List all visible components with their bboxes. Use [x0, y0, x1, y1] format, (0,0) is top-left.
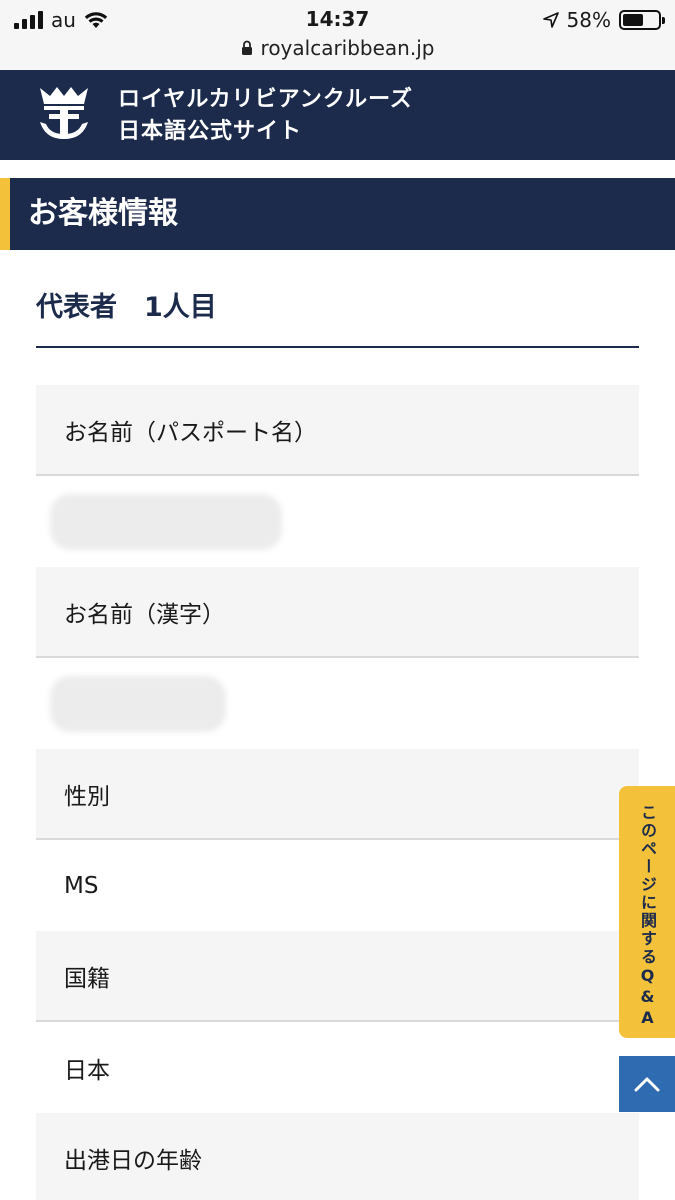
representative-header: 代表者 1人目	[36, 286, 639, 348]
field-value-gender: MS	[36, 840, 639, 931]
battery-level	[623, 14, 643, 26]
site-title-line1: ロイヤルカリビアンクルーズ	[118, 87, 414, 112]
field-value-kanji-name	[36, 658, 639, 749]
field-label-kanji-name: お名前（漢字）	[36, 567, 639, 658]
site-title-line2: 日本語公式サイト	[118, 119, 303, 144]
url-text: royalcaribbean.jp	[260, 36, 435, 60]
qa-side-tab[interactable]: このページに関するQ&A	[619, 786, 675, 1038]
url-bar[interactable]: royalcaribbean.jp	[0, 36, 675, 60]
field-label-text: お名前（パスポート名）	[64, 419, 317, 446]
section-title: お客様情報	[28, 196, 178, 231]
representative-title: 代表者 1人目	[36, 292, 217, 323]
redacted-value	[50, 493, 282, 550]
field-label-text: 国籍	[64, 965, 110, 992]
field-value-text: 日本	[64, 1057, 110, 1084]
status-right: 58%	[542, 8, 665, 32]
section-banner: お客様情報	[0, 178, 675, 250]
lock-icon	[241, 40, 252, 55]
chevron-up-icon	[634, 1077, 660, 1092]
status-bar: au 14:37 58% royalcaribbean.jp	[0, 0, 675, 70]
location-arrow-icon	[542, 12, 559, 28]
qa-tab-label: このページに関するQ&A	[638, 804, 657, 1029]
field-label-text: 性別	[64, 783, 110, 810]
customer-info-list: お名前（パスポート名） お名前（漢字） 性別 MS 国籍 日本 出港日の年齢	[36, 385, 639, 1200]
field-value-text: MS	[64, 872, 99, 899]
field-label-gender: 性別	[36, 749, 639, 840]
crown-anchor-logo-icon[interactable]	[34, 84, 94, 144]
site-header: ロイヤルカリビアンクルーズ 日本語公式サイト	[0, 70, 675, 160]
field-value-passport-name	[36, 476, 639, 567]
site-title[interactable]: ロイヤルカリビアンクルーズ 日本語公式サイト	[118, 84, 413, 148]
redacted-value	[50, 675, 226, 732]
field-value-nationality: 日本	[36, 1022, 639, 1113]
battery-percent: 58%	[566, 8, 611, 32]
field-label-age-at-departure: 出港日の年齢	[36, 1113, 639, 1200]
field-label-text: お名前（漢字）	[64, 601, 225, 628]
field-label-text: 出港日の年齢	[64, 1147, 202, 1174]
scroll-top-button[interactable]	[619, 1056, 675, 1112]
field-label-nationality: 国籍	[36, 931, 639, 1022]
battery-icon	[619, 10, 665, 30]
field-label-passport-name: お名前（パスポート名）	[36, 385, 639, 476]
